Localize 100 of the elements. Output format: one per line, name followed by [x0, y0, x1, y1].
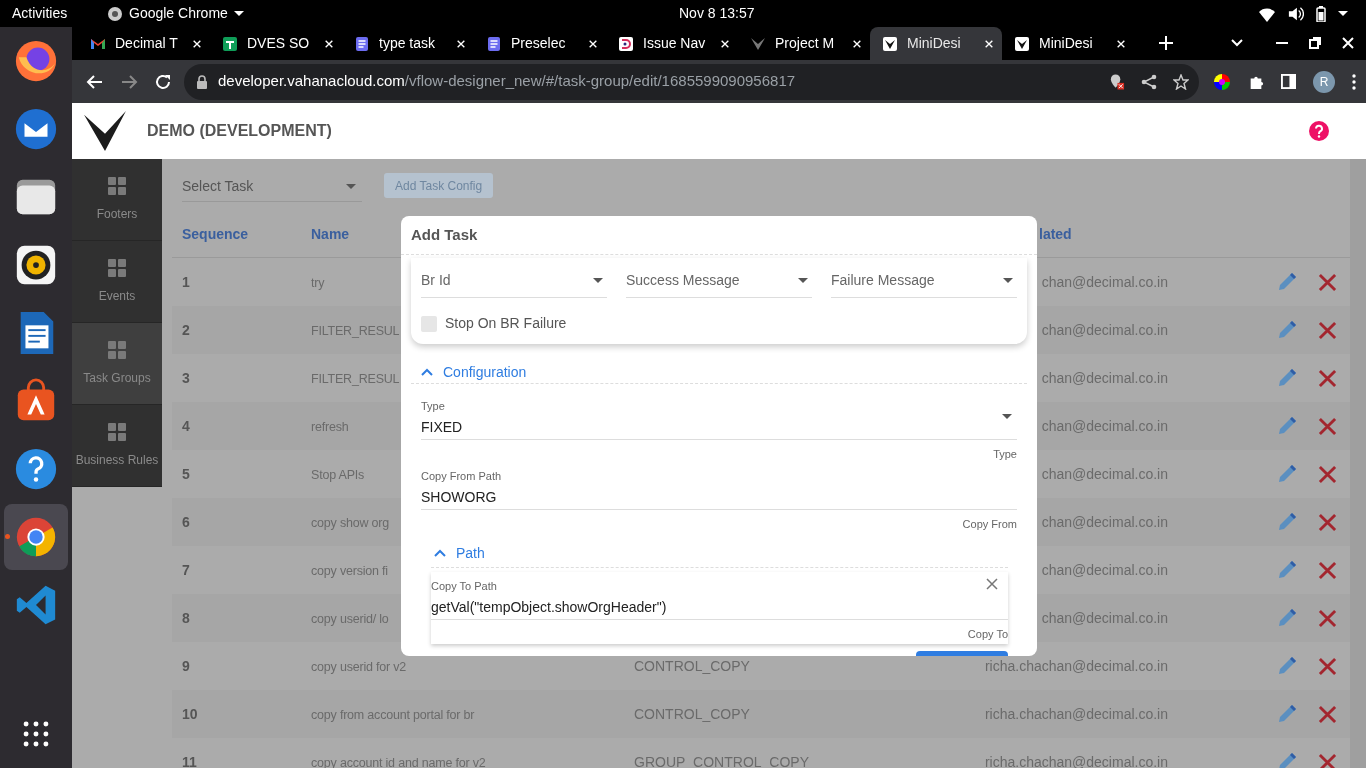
running-indicator	[5, 534, 10, 539]
table-cell-text: chan@decimal.co.in	[1041, 608, 1168, 628]
table-cell-text: 5	[181, 464, 191, 484]
app-title: DEMO (DEVELOPMENT)	[147, 121, 332, 141]
sidebar-item[interactable]: Footers	[72, 159, 162, 241]
new-tab-icon[interactable]	[1159, 36, 1173, 50]
select-field[interactable]: Success Message	[626, 264, 812, 298]
grid-icon	[108, 340, 126, 359]
table-cell-text: chan@decimal.co.in	[1041, 416, 1168, 436]
issue-icon	[618, 35, 634, 52]
checkbox[interactable]	[421, 315, 437, 332]
caret-icon	[798, 278, 808, 283]
edit-icon[interactable]	[1277, 752, 1297, 768]
table-cell-text: chan@decimal.co.in	[1041, 464, 1168, 484]
table-cell-text: chan@decimal.co.in	[1041, 320, 1168, 340]
sidebar-item[interactable]: Events	[72, 241, 162, 323]
color-wheel-icon[interactable]	[1213, 72, 1231, 91]
share-icon[interactable]	[1141, 73, 1157, 90]
tab-title: Decimal T	[115, 34, 179, 53]
table-cell: Stop APIs	[311, 467, 365, 482]
table-cell-text: 2	[181, 320, 191, 340]
location-blocked-icon[interactable]	[1109, 73, 1125, 90]
checkbox-label: Stop On BR Failure	[445, 314, 567, 333]
select-field[interactable]: Failure Message	[831, 264, 1017, 298]
delete-icon[interactable]	[1318, 560, 1337, 580]
edit-icon[interactable]	[1277, 512, 1297, 532]
restore-icon[interactable]	[1309, 37, 1321, 49]
copy-to-path-field[interactable]: Copy To Path getVal("tempObject.showOrgHeader")	[431, 572, 1008, 620]
tab-title: type task	[379, 34, 437, 53]
delete-icon[interactable]	[1318, 368, 1337, 388]
tab-title: MiniDesi	[1039, 34, 1094, 53]
chevron-up-icon[interactable]	[421, 368, 433, 377]
delete-icon[interactable]	[1318, 656, 1337, 676]
v-logo-icon	[882, 35, 898, 52]
reload-icon[interactable]	[154, 72, 172, 91]
lock-icon[interactable]	[196, 74, 208, 89]
forward-icon[interactable]	[120, 72, 138, 91]
star-icon[interactable]	[1173, 73, 1189, 90]
volume-icon[interactable]	[1288, 5, 1304, 22]
url-text: developer.vahanacloud.com/vflow-designer_new/#/task-group/edit/1685599090956817	[218, 71, 796, 92]
delete-icon[interactable]	[1318, 752, 1337, 768]
table-cell: try	[311, 275, 325, 290]
menu-icon[interactable]	[1352, 73, 1356, 90]
column-header: lated	[1039, 225, 1072, 244]
hint-text: Copy To	[967, 626, 1008, 642]
table-cell: copy show org	[311, 515, 389, 530]
grid-icon	[108, 258, 126, 277]
delete-icon[interactable]	[1318, 464, 1337, 484]
table-cell-text: 11	[181, 752, 198, 768]
side-panel-icon[interactable]	[1281, 74, 1296, 89]
delete-icon[interactable]	[1318, 608, 1337, 628]
delete-icon[interactable]	[1318, 320, 1337, 340]
table-cell-text: richa.chachan@decimal.co.in	[984, 752, 1168, 768]
table-cell-text: chan@decimal.co.in	[1041, 272, 1168, 292]
edit-icon[interactable]	[1277, 608, 1297, 628]
edit-icon[interactable]	[1277, 560, 1297, 580]
edit-icon[interactable]	[1277, 368, 1297, 388]
clock[interactable]: Nov 8 13:57	[679, 3, 755, 24]
grid-icon	[108, 422, 126, 441]
hint-text: Copy From	[962, 516, 1017, 532]
select-field[interactable]: Br Id	[421, 264, 607, 298]
edit-icon[interactable]	[1277, 272, 1297, 292]
section-header[interactable]: Configuration	[443, 362, 527, 383]
table-cell-text: 6	[181, 512, 191, 532]
delete-icon[interactable]	[1318, 272, 1337, 292]
tab-title: Project M	[775, 34, 836, 53]
battery-icon[interactable]	[1316, 5, 1326, 22]
edit-icon[interactable]	[1277, 416, 1297, 436]
tab-title: DVES SO	[247, 34, 311, 53]
caret-icon	[233, 11, 244, 16]
table-cell: copy userid/ lo	[311, 611, 389, 626]
tab-title: MiniDesi	[907, 34, 962, 53]
back-icon[interactable]	[86, 72, 104, 91]
delete-icon[interactable]	[1318, 512, 1337, 532]
help-icon[interactable]	[13, 446, 59, 492]
address-bar[interactable]: developer.vahanacloud.com/vflow-designer_new/#/task-group/edit/1685599090956817	[184, 63, 1199, 100]
activities-button[interactable]: Activities	[12, 3, 107, 24]
edit-icon[interactable]	[1277, 464, 1297, 484]
v-logo-icon	[750, 35, 766, 52]
table-cell: CONTROL_COPY	[634, 657, 750, 674]
table-cell: refresh	[311, 419, 349, 434]
tab-title: Preselec	[511, 34, 567, 53]
sidebar-item[interactable]: Business Rules	[72, 405, 162, 487]
type-dropdown[interactable]: Type FIXED	[421, 392, 1017, 440]
app-menu[interactable]: Google Chrome	[129, 3, 228, 24]
caret-icon[interactable]	[1338, 11, 1348, 16]
section-header[interactable]: Path	[456, 543, 485, 564]
edit-icon[interactable]	[1277, 320, 1297, 340]
edit-icon[interactable]	[1277, 704, 1297, 724]
browser-tab[interactable]: MiniDesi	[870, 27, 1002, 60]
delete-icon[interactable]	[1318, 704, 1337, 724]
chevron-up-icon[interactable]	[434, 549, 446, 558]
firefox-icon[interactable]	[13, 38, 59, 84]
delete-icon[interactable]	[1318, 416, 1337, 436]
table-cell: copy version fi	[311, 563, 388, 578]
mail-icon[interactable]	[13, 106, 59, 152]
v-logo-icon	[1014, 35, 1030, 52]
copy-from-path-field[interactable]: Copy From Path SHOWORG	[421, 462, 1017, 510]
tab-search-icon[interactable]	[1231, 39, 1243, 47]
edit-icon[interactable]	[1277, 656, 1297, 676]
